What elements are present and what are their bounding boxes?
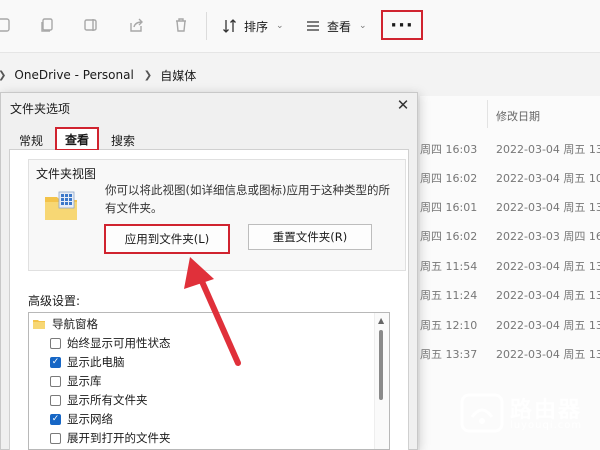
tree-node-label: 导航窗格 <box>52 317 98 331</box>
file-row-modified: 2022-03-04 周五 13 <box>496 289 600 302</box>
file-row-time: 周四 16:02 <box>420 172 478 185</box>
checkbox[interactable] <box>50 432 61 444</box>
advanced-settings-label: 高级设置: <box>28 294 81 308</box>
scroll-thumb[interactable] <box>379 330 383 400</box>
scroll-up-icon[interactable]: ▲ <box>378 316 384 325</box>
option-show-this-pc[interactable]: ✓ 显示此电脑 <box>50 354 125 370</box>
close-icon[interactable]: ✕ <box>395 97 411 113</box>
more-options-button[interactable]: ··· <box>381 10 423 40</box>
file-row-modified: 2022-03-04 周五 10 <box>496 172 600 185</box>
column-header-modified[interactable]: 修改日期 <box>496 108 540 124</box>
breadcrumb-onedrive[interactable]: OneDrive - Personal <box>14 68 133 82</box>
file-row-time: 周四 16:01 <box>420 201 478 214</box>
file-row-time: 周四 16:03 <box>420 143 478 156</box>
view-list-icon <box>307 21 319 31</box>
reset-folders-button[interactable]: 重置文件夹(R) <box>248 224 372 250</box>
share-icon[interactable] <box>125 14 147 36</box>
file-row-time: 周四 16:02 <box>420 230 478 243</box>
option-label: 显示所有文件夹 <box>67 393 148 407</box>
chevron-down-icon: ⌄ <box>359 21 367 31</box>
file-row-modified: 2022-03-04 周五 13 <box>496 348 600 361</box>
checkbox[interactable] <box>50 375 61 387</box>
option-always-show-availability[interactable]: 始终显示可用性状态 <box>50 335 171 351</box>
folder-view-description: 你可以将此视图(如详细信息或图标)应用于这种类型的所有文件夹。 <box>105 183 390 215</box>
file-row-modified: 2022-03-03 周四 16 <box>496 230 600 243</box>
new-icon[interactable] <box>0 14 14 36</box>
file-row-modified: 2022-03-04 周五 13 <box>496 201 600 214</box>
folder-icon <box>45 191 77 220</box>
view-label: 查看 <box>327 19 352 34</box>
dialog-title: 文件夹选项 <box>10 102 71 116</box>
option-label: 显示此电脑 <box>67 355 125 369</box>
watermark-url: luyouqi.com <box>510 420 583 431</box>
file-row-time: 周五 12:10 <box>420 319 478 332</box>
navigation-pane-icon <box>33 320 45 329</box>
checkbox-checked[interactable]: ✓ <box>50 413 61 425</box>
option-label: 始终显示可用性状态 <box>67 336 171 350</box>
tab-view[interactable]: 查看 <box>55 127 99 151</box>
delete-icon[interactable] <box>170 14 192 36</box>
sort-label: 排序 <box>244 19 269 34</box>
file-row-time: 周五 13:37 <box>420 348 478 361</box>
option-show-libraries[interactable]: 显示库 <box>50 373 102 389</box>
explorer-toolbar: 排序 ⌄ 查看 ⌄ ··· <box>0 0 600 53</box>
folder-view-title: 文件夹视图 <box>36 167 97 181</box>
file-row-time: 周五 11:24 <box>420 289 478 302</box>
tab-general[interactable]: 常规 <box>11 131 51 149</box>
chevron-right-icon: ❯ <box>0 70 6 81</box>
checkbox[interactable] <box>50 337 61 349</box>
apply-to-folders-button[interactable]: 应用到文件夹(L) <box>104 224 230 254</box>
breadcrumb-current-folder[interactable]: 自媒体 <box>160 67 196 84</box>
file-row-modified: 2022-03-04 周五 13 <box>496 143 600 156</box>
option-show-network[interactable]: ✓ 显示网络 <box>50 411 113 427</box>
more-icon: ··· <box>390 14 414 36</box>
sort-icon <box>223 19 236 33</box>
option-label: 展开到打开的文件夹 <box>67 431 171 445</box>
toolbar-separator <box>206 12 207 40</box>
tab-search[interactable]: 搜索 <box>103 131 143 149</box>
checkbox[interactable] <box>50 394 61 406</box>
chevron-down-icon: ⌄ <box>276 21 284 31</box>
view-button[interactable]: 查看 ⌄ <box>305 14 367 38</box>
copy-icon[interactable] <box>36 14 58 36</box>
chevron-right-icon: ❯ <box>143 69 153 81</box>
annotation-arrow-icon <box>184 257 241 366</box>
column-divider[interactable] <box>487 100 488 128</box>
breadcrumb: ❯ OneDrive - Personal ❯ 自媒体 <box>0 60 600 90</box>
file-row-time: 周五 11:54 <box>420 260 478 273</box>
file-row-modified: 2022-03-04 周五 13 <box>496 319 600 332</box>
option-show-all-folders[interactable]: 显示所有文件夹 <box>50 392 148 408</box>
option-label: 显示库 <box>67 374 102 388</box>
file-row-modified: 2022-03-04 周五 13 <box>496 260 600 273</box>
tree-node-navigation-pane[interactable]: 导航窗格 <box>32 316 98 332</box>
option-label: 显示网络 <box>67 412 113 426</box>
rename-icon[interactable] <box>80 14 102 36</box>
sort-button[interactable]: 排序 ⌄ <box>222 14 284 38</box>
checkbox-checked[interactable]: ✓ <box>50 356 61 368</box>
option-expand-to-open-folder[interactable]: 展开到打开的文件夹 <box>50 430 171 446</box>
